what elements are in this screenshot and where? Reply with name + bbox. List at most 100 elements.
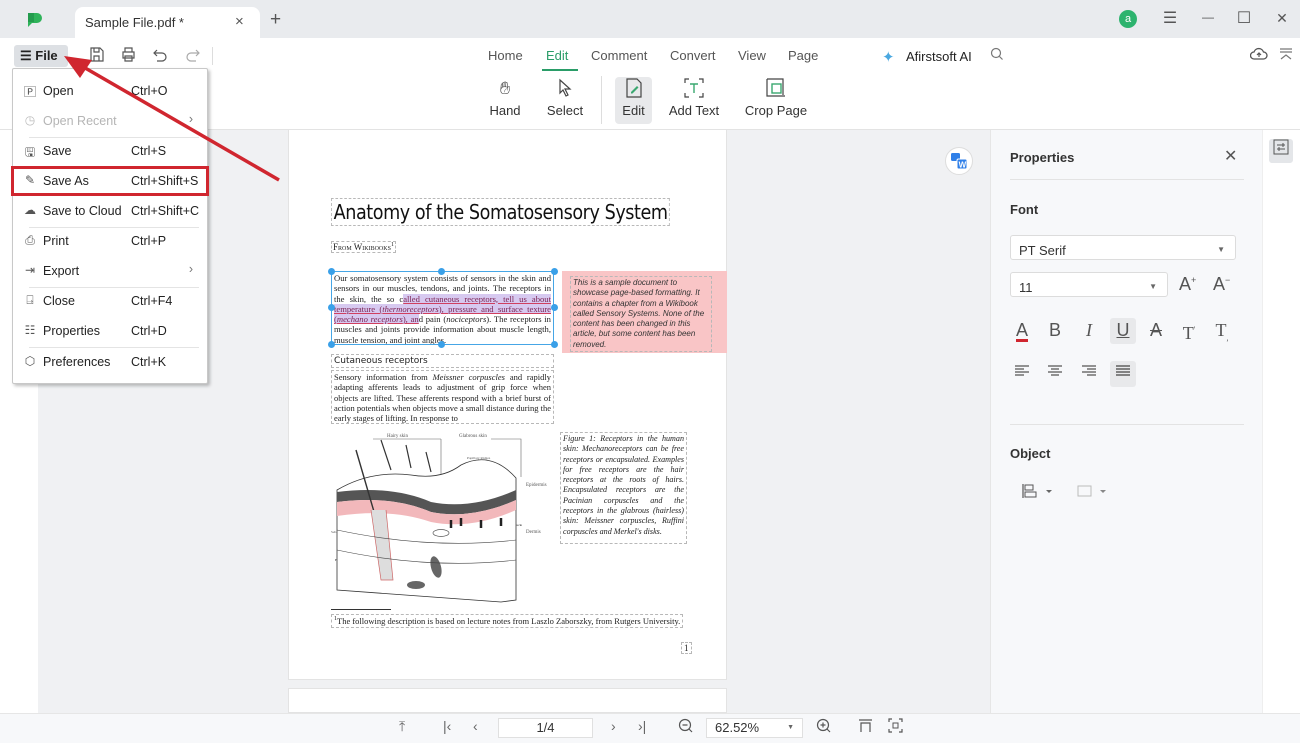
pdf-page-next[interactable] bbox=[288, 688, 727, 713]
resize-handle-right[interactable] bbox=[551, 304, 558, 311]
increase-font-size-icon[interactable]: A+ bbox=[1179, 274, 1196, 295]
open-icon: 🄿 bbox=[23, 85, 36, 99]
edit-tool-button[interactable]: Edit bbox=[615, 78, 652, 118]
tab-view[interactable]: View bbox=[738, 48, 766, 63]
menu-shortcut: Ctrl+O bbox=[131, 84, 168, 98]
menu-item-open-recent[interactable]: ◷ Open Recent › bbox=[13, 106, 207, 136]
menu-item-print[interactable]: ⎙ Print Ctrl+P bbox=[13, 226, 207, 256]
file-menu-button[interactable]: ☰ File bbox=[14, 45, 68, 67]
font-size-select[interactable]: 11 ▼ bbox=[1010, 272, 1168, 297]
crop-page-tool-button[interactable]: Crop Page bbox=[742, 78, 810, 118]
collapse-ribbon-icon[interactable] bbox=[1279, 47, 1293, 66]
tab-page[interactable]: Page bbox=[788, 48, 818, 63]
document-title[interactable]: Anatomy of the Somatosensory System bbox=[331, 198, 671, 226]
selected-text-block[interactable]: Our somatosensory system consists of sen… bbox=[331, 271, 554, 345]
italic-button[interactable]: I bbox=[1076, 318, 1102, 344]
tab-edit[interactable]: Edit bbox=[546, 48, 568, 63]
minimize-button[interactable]: — bbox=[1196, 10, 1220, 24]
underline-icon: U bbox=[1116, 320, 1130, 340]
resize-handle-top[interactable] bbox=[438, 268, 445, 275]
resize-handle-left[interactable] bbox=[328, 304, 335, 311]
tab-comment[interactable]: Comment bbox=[591, 48, 647, 63]
hand-tool-button[interactable]: ✋︎ Hand bbox=[487, 78, 523, 118]
search-icon[interactable] bbox=[990, 47, 1004, 66]
preferences-icon: ⬡ bbox=[24, 354, 36, 368]
object-align-dropdown[interactable] bbox=[1021, 483, 1055, 504]
align-justify-button[interactable] bbox=[1110, 361, 1136, 387]
first-page-icon[interactable]: |‹ bbox=[443, 718, 451, 734]
page-number: 1 bbox=[681, 642, 692, 654]
menu-shortcut: Ctrl+S bbox=[131, 144, 167, 158]
byline[interactable]: From Wikibooks1 bbox=[331, 241, 396, 253]
resize-handle-top-right[interactable] bbox=[551, 268, 558, 275]
resize-handle-bottom-right[interactable] bbox=[551, 341, 558, 348]
align-justify-icon bbox=[1116, 365, 1130, 376]
fit-width-icon[interactable] bbox=[858, 718, 873, 736]
section-paragraph[interactable]: Sensory information from Meissner corpus… bbox=[331, 370, 554, 424]
next-page-icon[interactable]: › bbox=[611, 718, 616, 734]
menu-item-export[interactable]: ⇥ Export › bbox=[13, 256, 207, 286]
properties-panel-toggle-icon[interactable] bbox=[1269, 139, 1293, 163]
strikethrough-button[interactable]: A bbox=[1143, 318, 1169, 344]
menu-item-save[interactable]: 🖫 Save Ctrl+S bbox=[13, 136, 207, 166]
add-text-tool-button[interactable]: Add Text bbox=[666, 78, 722, 118]
app-menu-icon[interactable]: ☰ bbox=[1158, 8, 1182, 28]
figure-caption[interactable]: Figure 1: Receptors in the human skin: M… bbox=[560, 432, 687, 544]
text-run: nociceptors bbox=[446, 314, 487, 325]
select-tool-button[interactable]: Select bbox=[544, 78, 586, 118]
subscript-button[interactable]: T, bbox=[1209, 318, 1235, 344]
print-icon[interactable] bbox=[121, 47, 136, 66]
last-page-icon[interactable]: ›| bbox=[638, 718, 646, 734]
redo-icon[interactable] bbox=[185, 47, 200, 66]
tab-close-icon[interactable]: × bbox=[235, 13, 244, 30]
skin-receptors-figure[interactable]: Hairy skin Glabrous skin Papillary Ridge… bbox=[331, 430, 553, 605]
decrease-font-size-icon[interactable]: A− bbox=[1213, 274, 1230, 295]
resize-handle-bottom[interactable] bbox=[438, 341, 445, 348]
close-properties-icon[interactable]: ✕ bbox=[1224, 146, 1237, 166]
scroll-top-icon[interactable]: ⤒ bbox=[399, 718, 405, 735]
cloud-upload-icon[interactable] bbox=[1249, 47, 1268, 66]
font-family-select[interactable]: PT Serif ▼ bbox=[1010, 235, 1236, 260]
align-center-button[interactable] bbox=[1042, 361, 1068, 387]
tab-convert[interactable]: Convert bbox=[670, 48, 716, 63]
resize-handle-bottom-left[interactable] bbox=[328, 341, 335, 348]
save-icon[interactable] bbox=[89, 47, 104, 66]
footnote[interactable]: 1The following description is based on l… bbox=[331, 614, 684, 628]
maximize-button[interactable]: ☐ bbox=[1232, 8, 1256, 28]
font-color-button[interactable]: A bbox=[1009, 318, 1035, 344]
note-text[interactable]: This is a sample document to showcase pa… bbox=[570, 276, 712, 353]
bold-button[interactable]: B bbox=[1042, 318, 1068, 344]
select-tool-label: Select bbox=[546, 103, 584, 118]
subscript-icon: T, bbox=[1215, 320, 1229, 343]
undo-icon[interactable] bbox=[153, 47, 168, 66]
ai-assistant-button[interactable]: Afirstsoft AI bbox=[906, 49, 972, 64]
object-border-dropdown[interactable] bbox=[1076, 483, 1110, 504]
menu-item-open[interactable]: 🄿 Open Ctrl+O bbox=[13, 76, 207, 106]
font-section-label: Font bbox=[1010, 202, 1039, 217]
underline-button[interactable]: U bbox=[1110, 318, 1136, 344]
section-heading[interactable]: Cutaneous receptors bbox=[331, 354, 554, 368]
close-window-button[interactable]: ✕ bbox=[1270, 10, 1294, 27]
new-tab-button[interactable]: + bbox=[270, 10, 281, 30]
page-number-input[interactable]: 1/4 bbox=[498, 718, 593, 738]
menu-item-close[interactable]: ⍈ Close Ctrl+F4 bbox=[13, 286, 207, 316]
zoom-level-select[interactable]: 62.52% ▼ bbox=[706, 718, 803, 738]
superscript-button[interactable]: T' bbox=[1176, 318, 1202, 344]
menu-item-preferences[interactable]: ⬡ Preferences Ctrl+K bbox=[13, 347, 207, 377]
menu-item-save-to-cloud[interactable]: ☁ Save to Cloud Ctrl+Shift+C bbox=[13, 196, 207, 226]
previous-page-icon[interactable]: ‹ bbox=[473, 718, 478, 734]
align-left-button[interactable] bbox=[1009, 361, 1035, 387]
document-tab[interactable]: Sample File.pdf * × bbox=[75, 7, 260, 38]
fit-page-icon[interactable] bbox=[888, 718, 903, 736]
menu-item-properties[interactable]: ☷ Properties Ctrl+D bbox=[13, 316, 207, 346]
zoom-in-icon[interactable] bbox=[816, 718, 831, 736]
divider bbox=[1010, 179, 1244, 180]
menu-label: Save to Cloud bbox=[43, 204, 122, 218]
resize-handle-top-left[interactable] bbox=[328, 268, 335, 275]
zoom-out-icon[interactable] bbox=[678, 718, 693, 736]
align-right-button[interactable] bbox=[1076, 361, 1102, 387]
superscript-icon: T' bbox=[1182, 323, 1196, 343]
avatar[interactable]: a bbox=[1119, 10, 1137, 28]
convert-to-word-icon[interactable]: W bbox=[945, 147, 973, 175]
tab-home[interactable]: Home bbox=[488, 48, 523, 63]
